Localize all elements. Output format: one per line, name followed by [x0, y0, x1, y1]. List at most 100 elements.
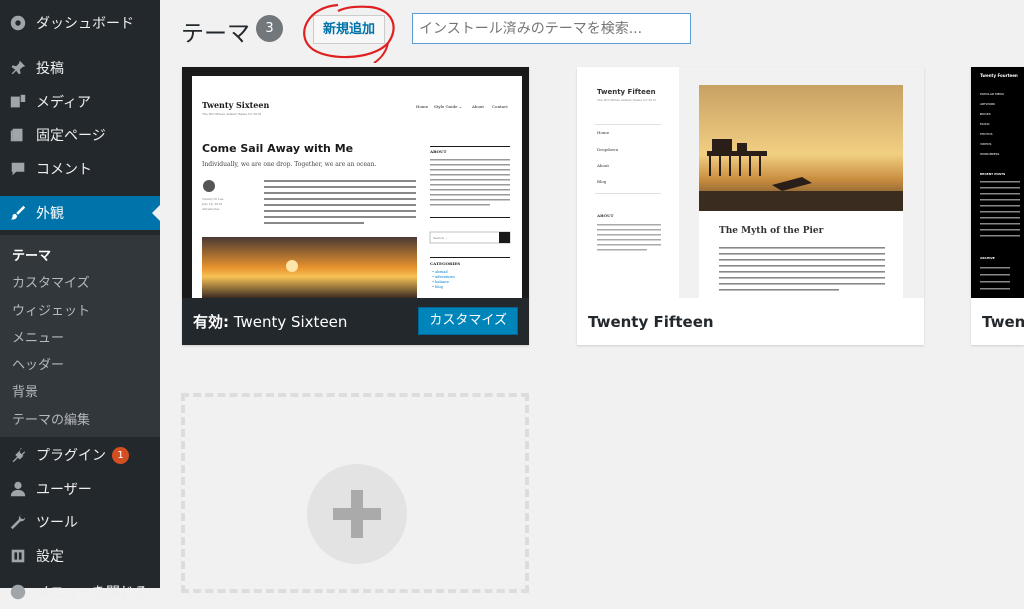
sixteen-nav-item: About: [471, 104, 484, 109]
menu-collapse-label: メニューを閉じる: [36, 585, 148, 601]
brush-icon: [0, 204, 36, 222]
menu-users-label: ユーザー: [36, 482, 92, 498]
admin-sidebar: ダッシュボード 投稿 メディア 固定ページ コメント 外観 テーマ カスタマイズ…: [0, 0, 160, 601]
menu-pages-label: 固定ページ: [36, 128, 106, 144]
submenu-themes[interactable]: テーマ: [12, 245, 51, 264]
user-icon: [0, 480, 36, 498]
theme-card-twenty-sixteen[interactable]: Twenty Sixteen The WordPress default the…: [182, 67, 529, 345]
theme-bar: Twenty Fifteen: [577, 298, 924, 345]
comment-icon: [0, 160, 36, 178]
fourteen-menu-item: BOOKS: [980, 112, 991, 116]
sixteen-category-link: • balance: [432, 280, 449, 284]
fifteen-menu-item: Home: [597, 130, 610, 135]
submenu-editor[interactable]: テーマの編集: [12, 409, 90, 428]
fourteen-menu-item: VIDEOS: [980, 142, 992, 146]
sixteen-category-link: • abroad: [432, 270, 448, 274]
submenu-customize[interactable]: カスタマイズ: [12, 272, 90, 291]
sixteen-author: Twenty16 Lee: [202, 197, 224, 201]
menu-media[interactable]: メディア: [0, 85, 160, 119]
menu-collapse[interactable]: メニューを閉じる: [0, 575, 160, 609]
menu-dashboard-label: ダッシュボード: [36, 16, 134, 32]
fifteen-post-title: The Myth of the Pier: [719, 226, 824, 236]
fourteen-menu-item: ARTWORK: [980, 102, 996, 106]
dashboard-icon: [0, 14, 36, 32]
menu-users[interactable]: ユーザー: [0, 472, 160, 506]
twenty-fourteen-screenshot: Twenty Fourteen POPULAR MENU ARTWORK BOO…: [971, 67, 1024, 298]
sixteen-category-link: • blog: [432, 285, 444, 289]
submenu-menus[interactable]: メニュー: [12, 327, 64, 346]
fourteen-menu-item: MUSIC: [980, 122, 990, 126]
sixteen-date: July 16, 2016: [201, 202, 222, 206]
page-icon: [0, 126, 36, 144]
sixteen-widget-categories: CATEGORIES: [430, 261, 460, 266]
plus-icon: [307, 464, 407, 564]
media-icon: [0, 93, 36, 111]
add-new-theme-card[interactable]: [181, 393, 529, 593]
menu-settings-label: 設定: [36, 549, 64, 565]
fifteen-tagline: The WordPress default theme for 2015.: [597, 98, 657, 102]
fifteen-menu-item: Blog: [597, 179, 607, 184]
fourteen-menu-item: POPULAR MENU: [980, 92, 1004, 96]
theme-card-twenty-fourteen[interactable]: Twenty Fourteen POPULAR MENU ARTWORK BOO…: [971, 67, 1024, 345]
fourteen-site-title: Twenty Fourteen: [980, 73, 1018, 78]
fifteen-site-title: Twenty Fifteen: [597, 88, 656, 96]
twenty-fifteen-screenshot: Twenty Fifteen The WordPress default the…: [577, 67, 924, 298]
sixteen-widget-about: ABOUT: [429, 149, 447, 154]
appearance-submenu: テーマ カスタマイズ ウィジェット メニュー ヘッダー 背景 テーマの編集: [0, 235, 160, 437]
fourteen-recent-heading: RECENT POSTS: [980, 172, 1005, 176]
fifteen-menu-item: Dropdown: [597, 147, 618, 152]
sixteen-category-link: • adventures: [432, 275, 455, 279]
theme-name-twenty-fifteen: Twenty Fifteen: [588, 312, 714, 331]
menu-posts[interactable]: 投稿: [0, 51, 160, 85]
fourteen-archive-heading: ARCHIVE: [980, 256, 995, 260]
sixteen-post-title: Come Sail Away with Me: [202, 142, 353, 155]
sixteen-tagline: The WordPress default theme for 2016: [202, 112, 261, 116]
submenu-background[interactable]: 背景: [12, 381, 38, 400]
menu-appearance-label: 外観: [36, 206, 64, 222]
menu-comments[interactable]: コメント: [0, 152, 160, 186]
fifteen-about-heading: ABOUT: [596, 213, 614, 218]
sixteen-category: Adventures: [201, 207, 220, 211]
menu-pages[interactable]: 固定ページ: [0, 118, 160, 152]
menu-appearance[interactable]: 外観: [0, 196, 160, 230]
menu-dashboard[interactable]: ダッシュボード: [0, 6, 160, 40]
sixteen-nav-item: Home: [416, 104, 429, 109]
theme-count-badge: 3: [256, 15, 283, 42]
collapse-icon: [0, 583, 36, 601]
pin-icon: [0, 59, 36, 77]
theme-name-twenty-fourteen: Twent: [982, 312, 1024, 331]
add-new-theme-button[interactable]: 新規追加: [313, 15, 385, 44]
active-label: 有効:: [193, 313, 229, 331]
page-title: テーマ: [181, 21, 250, 47]
submenu-widgets[interactable]: ウィジェット: [12, 300, 90, 319]
active-theme-title: Twenty Sixteen: [233, 313, 348, 331]
sixteen-nav-item: Style Guide ⌄: [434, 104, 462, 109]
menu-tools-label: ツール: [36, 515, 78, 531]
fifteen-menu-item: About: [596, 163, 609, 168]
theme-card-twenty-fifteen[interactable]: Twenty Fifteen The WordPress default the…: [577, 67, 924, 345]
menu-settings[interactable]: 設定: [0, 539, 160, 573]
wrench-icon: [0, 513, 36, 531]
sixteen-search-label: Search ...: [433, 236, 448, 240]
menu-plugins-label: プラグイン: [36, 448, 106, 464]
menu-comments-label: コメント: [36, 162, 92, 178]
theme-bar: Twent: [971, 298, 1024, 345]
menu-tools[interactable]: ツール: [0, 505, 160, 539]
menu-posts-label: 投稿: [36, 61, 64, 77]
theme-search-input[interactable]: [412, 13, 691, 44]
customize-button[interactable]: カスタマイズ: [418, 307, 518, 335]
plugins-update-badge: 1: [112, 446, 129, 464]
sixteen-lead: Individually, we are one drop. Together,…: [202, 161, 376, 168]
twenty-sixteen-screenshot: Twenty Sixteen The WordPress default the…: [182, 67, 529, 298]
plug-icon: [0, 446, 36, 464]
sixteen-nav-item: Contact: [492, 104, 508, 109]
submenu-header[interactable]: ヘッダー: [12, 354, 64, 373]
settings-icon: [0, 547, 36, 565]
active-theme-name: 有効: Twenty Sixteen: [182, 311, 347, 332]
menu-plugins[interactable]: プラグイン 1: [0, 438, 160, 472]
active-theme-bar: 有効: Twenty Sixteen カスタマイズ: [182, 298, 529, 345]
sixteen-site-title: Twenty Sixteen: [202, 100, 269, 110]
menu-media-label: メディア: [36, 95, 92, 111]
fourteen-menu-item: WORDPRESS: [980, 152, 999, 156]
fourteen-menu-item: PHOTOS: [980, 132, 993, 136]
